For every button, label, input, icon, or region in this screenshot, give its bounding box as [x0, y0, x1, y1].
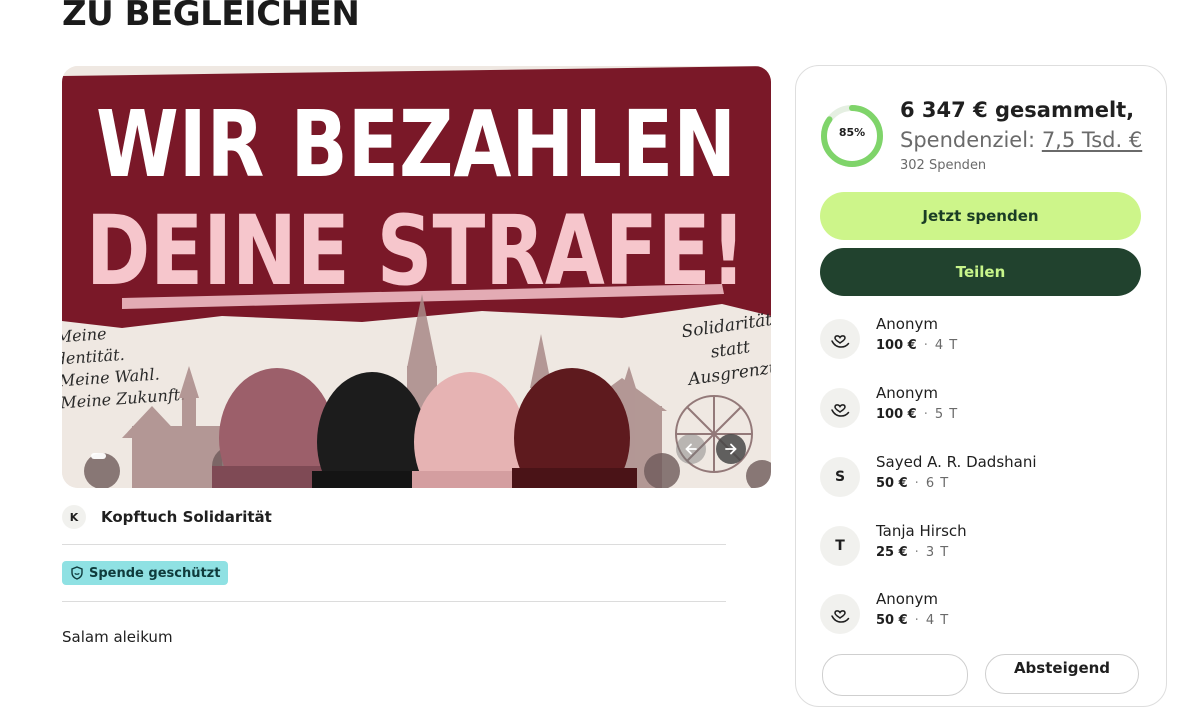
sort-option-button[interactable]: [822, 654, 968, 696]
donation-item: Anonym 50 € · 4 T: [820, 590, 1150, 642]
donation-time: 3 T: [925, 545, 950, 560]
donor-avatar: [820, 319, 860, 359]
goal-amount[interactable]: 7,5 Tsd. €: [1042, 128, 1142, 152]
donation-meta: 100 € · 5 T: [876, 407, 959, 422]
page-title: ZU BEGLEICHEN: [62, 0, 360, 34]
heart-hand-icon: [831, 404, 850, 417]
donation-item: T Tanja Hirsch 25 € · 3 T: [820, 522, 1150, 574]
story-text: Salam aleikum: [62, 628, 173, 646]
donor-avatar: S: [820, 457, 860, 497]
donation-meta: 50 € · 6 T: [876, 476, 950, 491]
donate-button[interactable]: Jetzt spenden: [820, 192, 1141, 240]
divider: [62, 601, 726, 602]
arrow-left-icon: [685, 443, 697, 455]
donation-item: Anonym 100 € · 4 T: [820, 315, 1150, 367]
headline-line-2: DEINE STRAFE!: [86, 195, 746, 307]
donation-meta: 50 € · 4 T: [876, 613, 950, 628]
organizer-name[interactable]: Kopftuch Solidarität: [101, 508, 272, 526]
raised-amount: 6 347 € gesammelt,: [900, 98, 1135, 122]
headline-line-1: WIR BEZAHLEN: [96, 91, 736, 198]
donation-count: 302 Spenden: [900, 158, 987, 173]
donor-name: Anonym: [876, 315, 938, 333]
organizer-avatar: K: [62, 505, 86, 529]
progress-percent: 85%: [838, 126, 866, 139]
campaign-hero-image[interactable]: WIR BEZAHLEN DEINE STRAFE! Meine Identit…: [62, 66, 771, 488]
left-slogan-line-1: Meine: [62, 324, 107, 347]
donation-item: Anonym 100 € · 5 T: [820, 384, 1150, 436]
shield-icon: [71, 566, 83, 580]
donation-amount: 100 €: [876, 338, 917, 353]
carousel-indicator[interactable]: [91, 453, 106, 459]
donation-time: 6 T: [925, 476, 950, 491]
donor-name: Tanja Hirsch: [876, 522, 967, 540]
donation-amount: 50 €: [876, 613, 908, 628]
donation-amount: 25 €: [876, 545, 908, 560]
share-button[interactable]: Teilen: [820, 248, 1141, 296]
donation-time: 5 T: [934, 407, 959, 422]
donation-meta: 100 € · 4 T: [876, 338, 959, 353]
protection-badge-label: Spende geschützt: [89, 565, 221, 581]
donor-name: Sayed A. R. Dadshani: [876, 453, 1037, 471]
goal-text: Spendenziel: 7,5 Tsd. €: [900, 128, 1142, 152]
donation-item: S Sayed A. R. Dadshani 50 € · 6 T: [820, 453, 1150, 505]
carousel-prev-button[interactable]: [676, 434, 706, 464]
divider: [62, 544, 726, 545]
donation-meta: 25 € · 3 T: [876, 545, 950, 560]
donation-amount: 100 €: [876, 407, 917, 422]
goal-prefix: Spendenziel:: [900, 128, 1042, 152]
organizer[interactable]: K Kopftuch Solidarität: [62, 505, 272, 529]
protection-badge[interactable]: Spende geschützt: [62, 561, 229, 585]
arrow-right-icon: [725, 443, 737, 455]
donor-avatar: [820, 388, 860, 428]
donor-name: Anonym: [876, 590, 938, 608]
donation-time: 4 T: [934, 338, 959, 353]
heart-hand-icon: [831, 335, 850, 348]
donation-amount: 50 €: [876, 476, 908, 491]
donor-avatar: T: [820, 526, 860, 566]
sort-descending-button[interactable]: Absteigend: [985, 654, 1139, 694]
carousel-next-button[interactable]: [716, 434, 746, 464]
donor-avatar: [820, 594, 860, 634]
donor-name: Anonym: [876, 384, 938, 402]
heart-hand-icon: [831, 610, 850, 623]
donation-time: 4 T: [925, 613, 950, 628]
